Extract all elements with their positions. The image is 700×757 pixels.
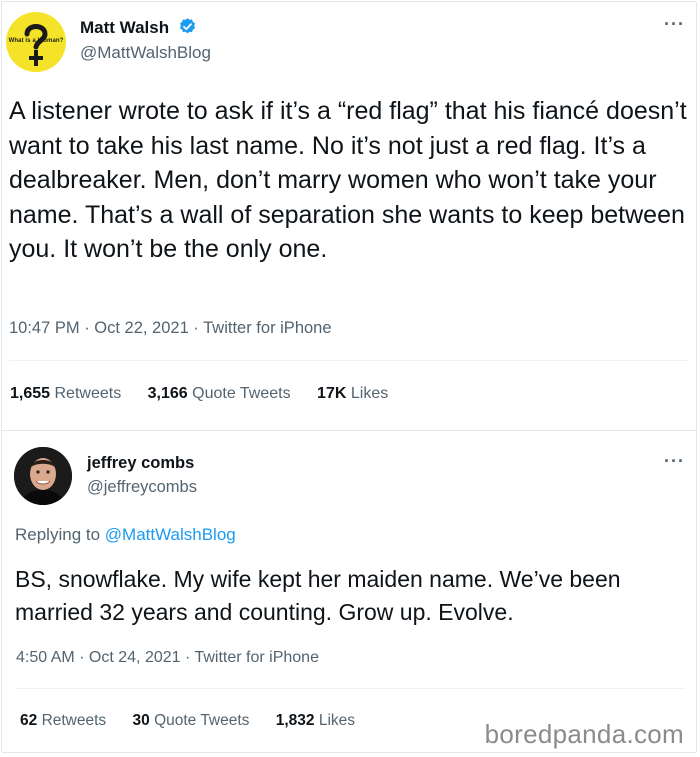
reply-quotes-label: Quote Tweets [154, 712, 250, 729]
tweet-timestamp[interactable]: 10:47 PM · Oct 22, 2021 · Twitter for iP… [9, 319, 332, 338]
verified-badge-icon [179, 18, 195, 34]
reply-retweets-count: 62 [20, 712, 38, 729]
more-options-icon[interactable]: ··· [664, 14, 685, 35]
reply-likes-label: Likes [318, 712, 356, 729]
author-name-row[interactable]: Matt Walsh [80, 17, 197, 38]
quotes-label: Quote Tweets [192, 385, 291, 402]
author-handle-row[interactable]: @MattWalshBlog [80, 43, 211, 63]
reply-more-options-icon[interactable]: ··· [664, 451, 685, 472]
replying-to: Replying to @MattWalshBlog [15, 525, 236, 545]
reply-stats: 62 Retweets 30 Quote Tweets 1,832 Likes [20, 712, 377, 730]
reply-text: BS, snowflake. My wife kept her maiden n… [15, 566, 621, 625]
replying-to-prefix: Replying to [15, 525, 105, 544]
likes-stat[interactable]: 17K Likes [317, 385, 388, 402]
quotes-count: 3,166 [147, 385, 188, 402]
reply-retweets-label: Retweets [41, 712, 107, 729]
avatar-text: What is a Woman? [8, 38, 64, 44]
likes-count: 17K [317, 385, 347, 402]
quotes-stat[interactable]: 3,166 Quote Tweets [148, 385, 291, 402]
reply-author-handle-row[interactable]: @jeffreycombs [87, 478, 197, 497]
reply-author-handle[interactable]: @jeffreycombs [87, 478, 197, 496]
author-name[interactable]: Matt Walsh [80, 18, 169, 37]
tweet-text: A listener wrote to ask if it’s a “red f… [9, 97, 687, 263]
watermark: boredpanda.com [484, 719, 684, 749]
avatar[interactable]: What is a Woman? [6, 12, 66, 72]
reply-quotes-count: 30 [132, 712, 150, 729]
divider [9, 360, 689, 361]
reply-likes-stat[interactable]: 1,832 Likes [276, 712, 355, 729]
reply-likes-count: 1,832 [275, 712, 315, 729]
reply-retweets-stat[interactable]: 62 Retweets [20, 712, 106, 729]
reply-quotes-stat[interactable]: 30 Quote Tweets [133, 712, 250, 729]
person-portrait-icon [14, 447, 72, 505]
author-handle[interactable]: @MattWalshBlog [80, 43, 211, 62]
reply-divider [15, 688, 685, 689]
reply-author-name-row[interactable]: jeffrey combs [87, 454, 194, 473]
retweets-count: 1,655 [10, 385, 51, 402]
likes-label: Likes [350, 385, 389, 402]
replying-to-handle-link[interactable]: @MattWalshBlog [105, 525, 236, 544]
section-divider [1, 430, 697, 431]
tweet-stats: 1,655 Retweets 3,166 Quote Tweets 17K Li… [10, 385, 410, 403]
retweets-stat[interactable]: 1,655 Retweets [10, 385, 121, 402]
retweets-label: Retweets [54, 385, 122, 402]
reply-avatar[interactable] [14, 447, 72, 505]
main-tweet: What is a Woman? Matt Walsh @MattWalshBl… [0, 0, 698, 430]
reply-author-name[interactable]: jeffrey combs [87, 454, 194, 472]
reply-timestamp[interactable]: 4:50 AM · Oct 24, 2021 · Twitter for iPh… [16, 649, 319, 667]
